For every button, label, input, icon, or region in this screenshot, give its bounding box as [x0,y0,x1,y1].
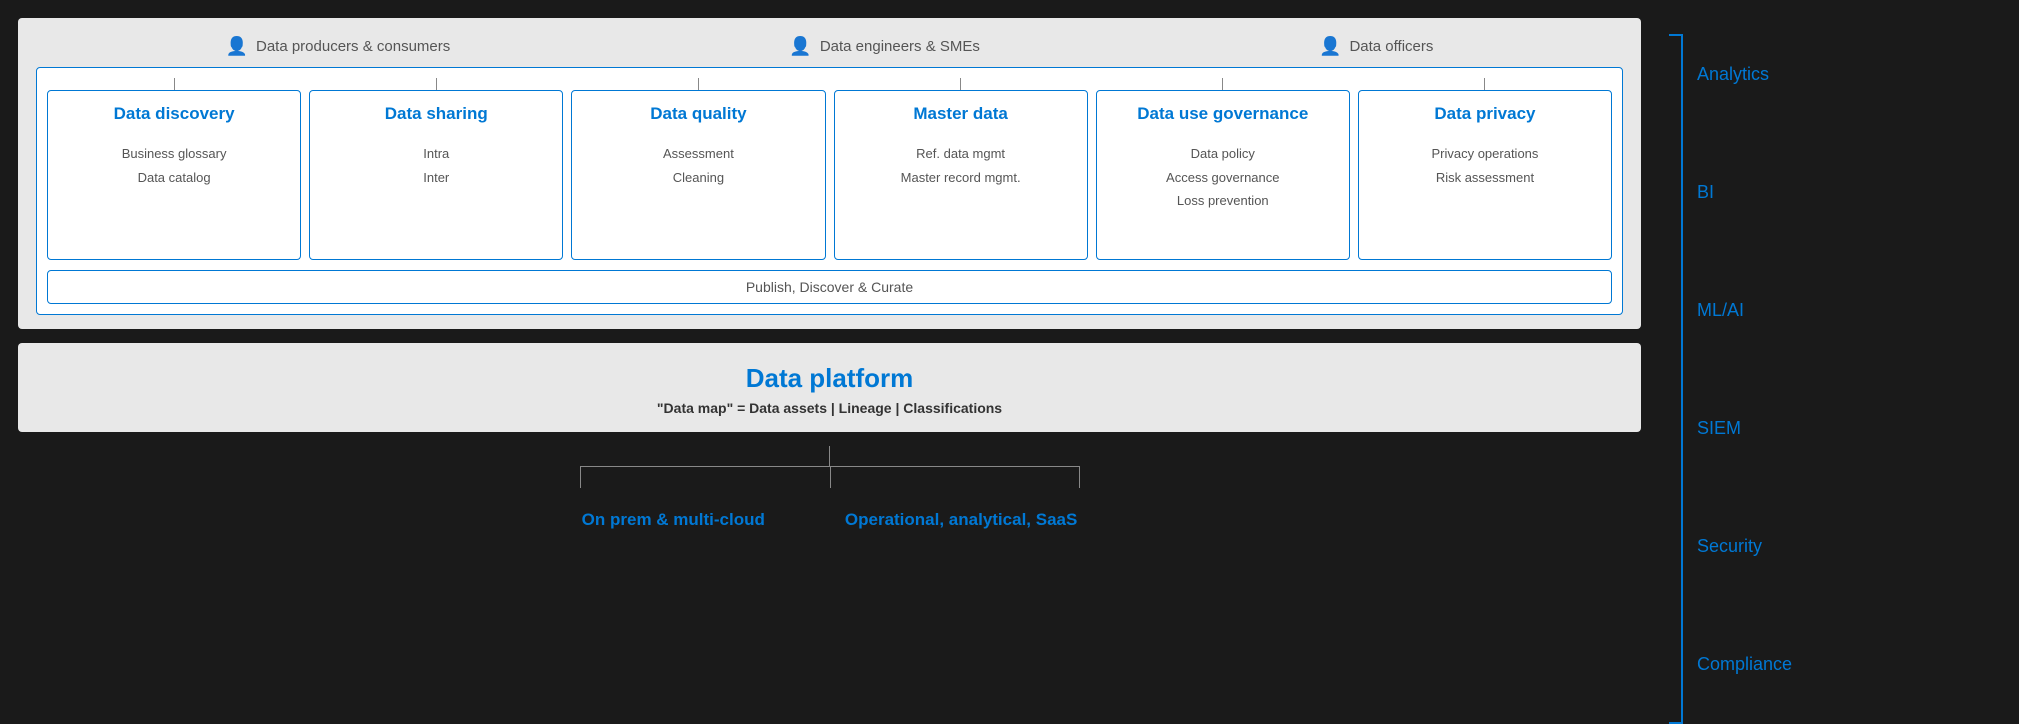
cards-container: Data discovery Business glossary Data ca… [36,67,1623,315]
card-item-5-1: Risk assessment [1436,170,1534,185]
persona-officers: 👤 Data officers [1319,36,1433,57]
right-sidebar: Analytics BI ML/AI SIEM Security Complia… [1659,0,2019,724]
person-icon-2: 👤 [789,36,811,57]
card-subtitle-1: Intra Inter [423,142,449,189]
card-title-1: Data sharing [385,103,488,124]
persona-label-1: Data producers & consumers [256,38,450,55]
persona-label-2: Data engineers & SMEs [820,38,980,55]
branch-label-left: On prem & multi-cloud [582,510,765,530]
card-data-privacy: Data privacy Privacy operations Risk ass… [1358,90,1612,260]
card-item-4-1: Access governance [1166,170,1279,185]
branch-labels: On prem & multi-cloud Operational, analy… [582,510,1078,530]
main-area: 👤 Data producers & consumers 👤 Data engi… [0,0,1659,724]
cards-row: Data discovery Business glossary Data ca… [47,90,1612,260]
card-item-3-1: Master record mgmt. [901,170,1021,185]
card-title-0: Data discovery [114,103,235,124]
card-title-5: Data privacy [1434,103,1535,124]
card-subtitle-0: Business glossary Data catalog [122,142,227,189]
card-subtitle-2: Assessment Cleaning [663,142,734,189]
card-item-4-2: Loss prevention [1177,193,1269,208]
card-title-3: Master data [913,103,1007,124]
card-title-2: Data quality [650,103,746,124]
sidebar-items-list: Analytics BI ML/AI SIEM Security Complia… [1683,16,1792,724]
card-subtitle-3: Ref. data mgmt Master record mgmt. [901,142,1021,189]
card-item-1-0: Intra [423,146,449,161]
sidebar-item-bi: BI [1697,171,1792,214]
bottom-section: On prem & multi-cloud Operational, analy… [18,446,1641,530]
sidebar-item-compliance: Compliance [1697,643,1792,686]
card-data-quality: Data quality Assessment Cleaning [571,90,825,260]
top-section: 👤 Data producers & consumers 👤 Data engi… [18,18,1641,329]
card-item-0-0: Business glossary [122,146,227,161]
card-data-use-governance: Data use governance Data policy Access g… [1096,90,1350,260]
branch-label-right: Operational, analytical, SaaS [845,510,1077,530]
card-item-5-0: Privacy operations [1431,146,1538,161]
card-item-2-1: Cleaning [673,170,724,185]
sidebar-item-security: Security [1697,525,1792,568]
persona-row: 👤 Data producers & consumers 👤 Data engi… [36,36,1623,57]
card-item-0-1: Data catalog [138,170,211,185]
platform-section: Data platform "Data map" = Data assets |… [18,343,1641,432]
person-icon-3: 👤 [1319,36,1341,57]
card-item-4-0: Data policy [1191,146,1255,161]
card-item-1-1: Inter [423,170,449,185]
person-icon-1: 👤 [226,36,248,57]
platform-title: Data platform [36,363,1623,394]
card-data-sharing: Data sharing Intra Inter [309,90,563,260]
publish-bar-label: Publish, Discover & Curate [746,279,913,295]
card-master-data: Master data Ref. data mgmt Master record… [834,90,1088,260]
card-item-3-0: Ref. data mgmt [916,146,1005,161]
persona-engineers: 👤 Data engineers & SMEs [789,36,980,57]
branch-container: On prem & multi-cloud Operational, analy… [580,446,1080,530]
card-title-4: Data use governance [1137,103,1308,124]
publish-bar: Publish, Discover & Curate [47,270,1612,304]
platform-subtitle: "Data map" = Data assets | Lineage | Cla… [36,400,1623,416]
card-subtitle-5: Privacy operations Risk assessment [1431,142,1538,189]
sidebar-item-siem: SIEM [1697,407,1792,450]
vert-line-top [829,446,830,466]
sidebar-item-ml-ai: ML/AI [1697,289,1792,332]
persona-label-3: Data officers [1349,38,1433,55]
persona-producers: 👤 Data producers & consumers [226,36,451,57]
card-data-discovery: Data discovery Business glossary Data ca… [47,90,301,260]
card-item-2-0: Assessment [663,146,734,161]
card-subtitle-4: Data policy Access governance Loss preve… [1166,142,1279,212]
sidebar-item-analytics: Analytics [1697,53,1792,96]
